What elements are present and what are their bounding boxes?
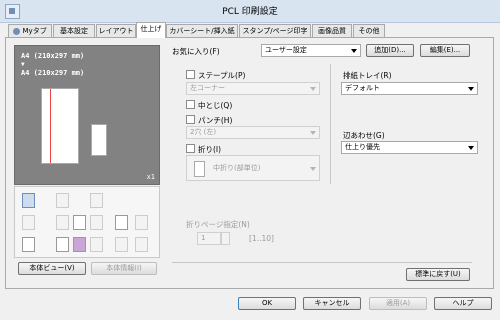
printer-info-button[interactable]: 本体情報(I) [91,262,157,275]
printer-device-icon [22,237,35,252]
alignment-select[interactable]: 仕上り優先 [341,141,478,154]
fold-type-value: 中折り(部単位) [213,164,261,172]
copy-option-icon [90,193,103,208]
tray-icon [22,193,35,208]
output-tray-label: 排紙トレイ(R) [343,71,392,80]
page-doc-icon [115,215,128,230]
output-tray-value: デフォルト [345,84,380,92]
lock-doc-icon [90,237,103,252]
fold-label: 折り(I) [198,145,222,154]
chevron-down-icon [310,167,316,171]
chevron-down-icon [310,131,316,135]
staple-position-value: 左コーナー [190,84,225,92]
device-icon-grid [14,186,160,258]
edit-favorite-button[interactable]: 編集(E)... [420,44,470,57]
fold-checkbox[interactable] [186,144,195,153]
star-person-icon [13,27,21,35]
title-bar: PCL 印刷設定 [0,0,500,23]
fold-type-select[interactable]: 中折り(部単位) [186,155,320,181]
help-button[interactable]: ヘルプ [434,297,492,310]
tab-stamp[interactable]: スタンプ/ページ印字 [239,24,311,37]
tab-label: 画像品質 [318,27,346,35]
tab-label: カバーシート/挿入紙 [169,27,235,35]
preview-output-size: A4 (210x297 mm) [21,69,85,77]
staple-option-icon [56,193,69,208]
finishing-doc-icon [135,237,148,252]
separator [172,262,472,263]
center-binding-checkbox[interactable] [186,100,195,109]
window-title: PCL 印刷設定 [222,7,278,17]
alignment-value: 仕上り優先 [345,143,380,151]
alignment-label: 辺あわせ(G) [343,131,385,140]
fold-pages-range: [1..10] [249,234,274,243]
punch-checkbox[interactable] [186,115,195,124]
staple-checkbox[interactable] [186,70,195,79]
tab-image-quality[interactable]: 画像品質 [312,24,352,37]
tab-finishing[interactable]: 仕上げ [136,22,166,38]
fold-icon [194,161,205,177]
tab-other[interactable]: その他 [353,24,385,37]
fold-pages-spinner[interactable]: 1 [197,232,221,245]
chevron-down-icon [351,49,357,53]
chevron-down-icon [468,146,474,150]
user-icon [56,237,69,252]
cancel-button[interactable]: キャンセル [303,297,361,310]
punch-label: パンチ(H) [198,116,233,125]
punch-value: 2穴 (左) [190,128,217,136]
settings-doc-icon [115,237,128,252]
chevron-down-icon [468,87,474,91]
tab-label: 仕上げ [140,25,162,33]
favorites-select[interactable]: ユーザー設定 [261,44,361,57]
add-favorite-button[interactable]: 追加(D)... [366,44,414,57]
chevron-down-icon [310,87,316,91]
printer-view-button[interactable]: 本体ビュー(V) [18,262,86,275]
output-tray-select[interactable]: デフォルト [341,82,478,95]
tab-label: レイアウト [98,27,134,35]
center-binding-label: 中とじ(Q) [198,101,233,110]
tab-label: Myタブ [22,27,47,35]
tab-cover-sheet[interactable]: カバーシート/挿入紙 [166,24,238,37]
document-icon [90,215,103,230]
restore-defaults-button[interactable]: 標準に戻す(U) [406,268,470,281]
tab-label: その他 [358,27,380,35]
print-preview: A4 (210x297 mm) ▼ A4 (210x297 mm) x1 [14,45,160,185]
favorites-label: お気に入り(F) [172,47,220,56]
favorites-value: ユーザー設定 [265,46,307,54]
spinner-arrows-icon[interactable] [221,232,230,245]
section-divider [330,64,331,184]
preview-paper [41,88,79,164]
tab-my-tab[interactable]: Myタブ [8,24,52,37]
tab-layout[interactable]: レイアウト [96,24,136,37]
folded-page-icon [91,124,107,156]
punch-select[interactable]: 2穴 (左) [186,126,320,139]
layers-icon [135,215,148,230]
preview-original-size: A4 (210x297 mm) [21,52,85,60]
preview-arrow: ▼ [21,61,25,68]
fold-pages-value: 1 [201,234,206,242]
users-icon [73,237,86,252]
tab-label: スタンプ/ページ印字 [242,27,308,35]
output-tray-icon [22,215,35,230]
font-icon [73,215,86,230]
tab-basic-settings[interactable]: 基本設定 [53,24,95,37]
fold-pages-label: 折りページ指定(N) [186,220,250,229]
tab-label: 基本設定 [60,27,88,35]
staple-label: ステープル(P) [198,71,246,80]
preview-scale: x1 [146,173,155,181]
booklet-icon [56,215,69,230]
apply-button[interactable]: 適用(A) [369,297,427,310]
staple-position-select[interactable]: 左コーナー [186,82,320,95]
ok-button[interactable]: OK [238,297,296,310]
